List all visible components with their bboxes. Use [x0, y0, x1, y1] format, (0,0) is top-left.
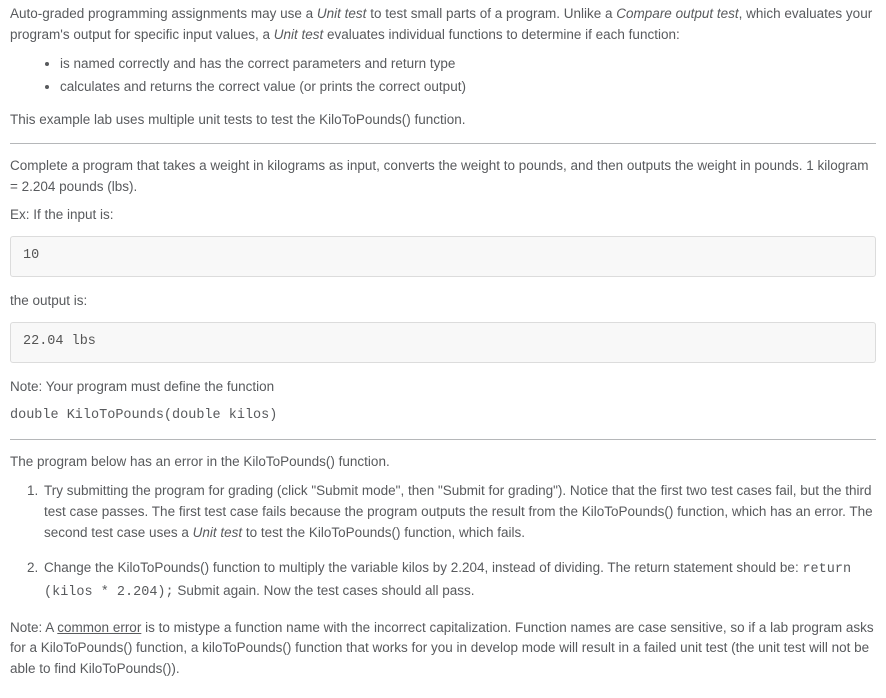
- step-item: Change the KiloToPounds() function to mu…: [42, 558, 876, 604]
- italic-term: Unit test: [317, 6, 367, 21]
- output-code-block: 22.04 lbs: [10, 322, 876, 363]
- italic-term: Compare output test: [616, 6, 738, 21]
- output-label: the output is:: [10, 291, 876, 312]
- underlined-term: common error: [57, 620, 141, 635]
- example-line: This example lab uses multiple unit test…: [10, 110, 876, 131]
- note-define: Note: Your program must define the funct…: [10, 377, 876, 398]
- text: evaluates individual functions to determ…: [323, 27, 679, 42]
- steps-list: Try submitting the program for grading (…: [10, 481, 876, 604]
- text: Submit again. Now the test cases should …: [174, 583, 475, 598]
- text: Change the KiloToPounds() function to mu…: [44, 560, 802, 575]
- error-heading: The program below has an error in the Ki…: [10, 452, 876, 473]
- italic-term: Unit test: [193, 525, 243, 540]
- function-signature: double KiloToPounds(double kilos): [10, 406, 876, 427]
- input-label: Ex: If the input is:: [10, 205, 876, 226]
- text: to test small parts of a program. Unlike…: [366, 6, 616, 21]
- task-description: Complete a program that takes a weight i…: [10, 156, 876, 198]
- text: to test the KiloToPounds() function, whi…: [242, 525, 525, 540]
- italic-term: Unit test: [274, 27, 324, 42]
- input-code-block: 10: [10, 236, 876, 277]
- intro-paragraph: Auto-graded programming assignments may …: [10, 4, 876, 46]
- divider: [10, 439, 876, 440]
- text: Note: A: [10, 620, 57, 635]
- intro-bullets: is named correctly and has the correct p…: [10, 54, 876, 98]
- text: Auto-graded programming assignments may …: [10, 6, 317, 21]
- common-error-note: Note: A common error is to mistype a fun…: [10, 618, 876, 681]
- divider: [10, 143, 876, 144]
- step-item: Try submitting the program for grading (…: [42, 481, 876, 544]
- bullet-item: is named correctly and has the correct p…: [60, 54, 876, 75]
- bullet-item: calculates and returns the correct value…: [60, 77, 876, 98]
